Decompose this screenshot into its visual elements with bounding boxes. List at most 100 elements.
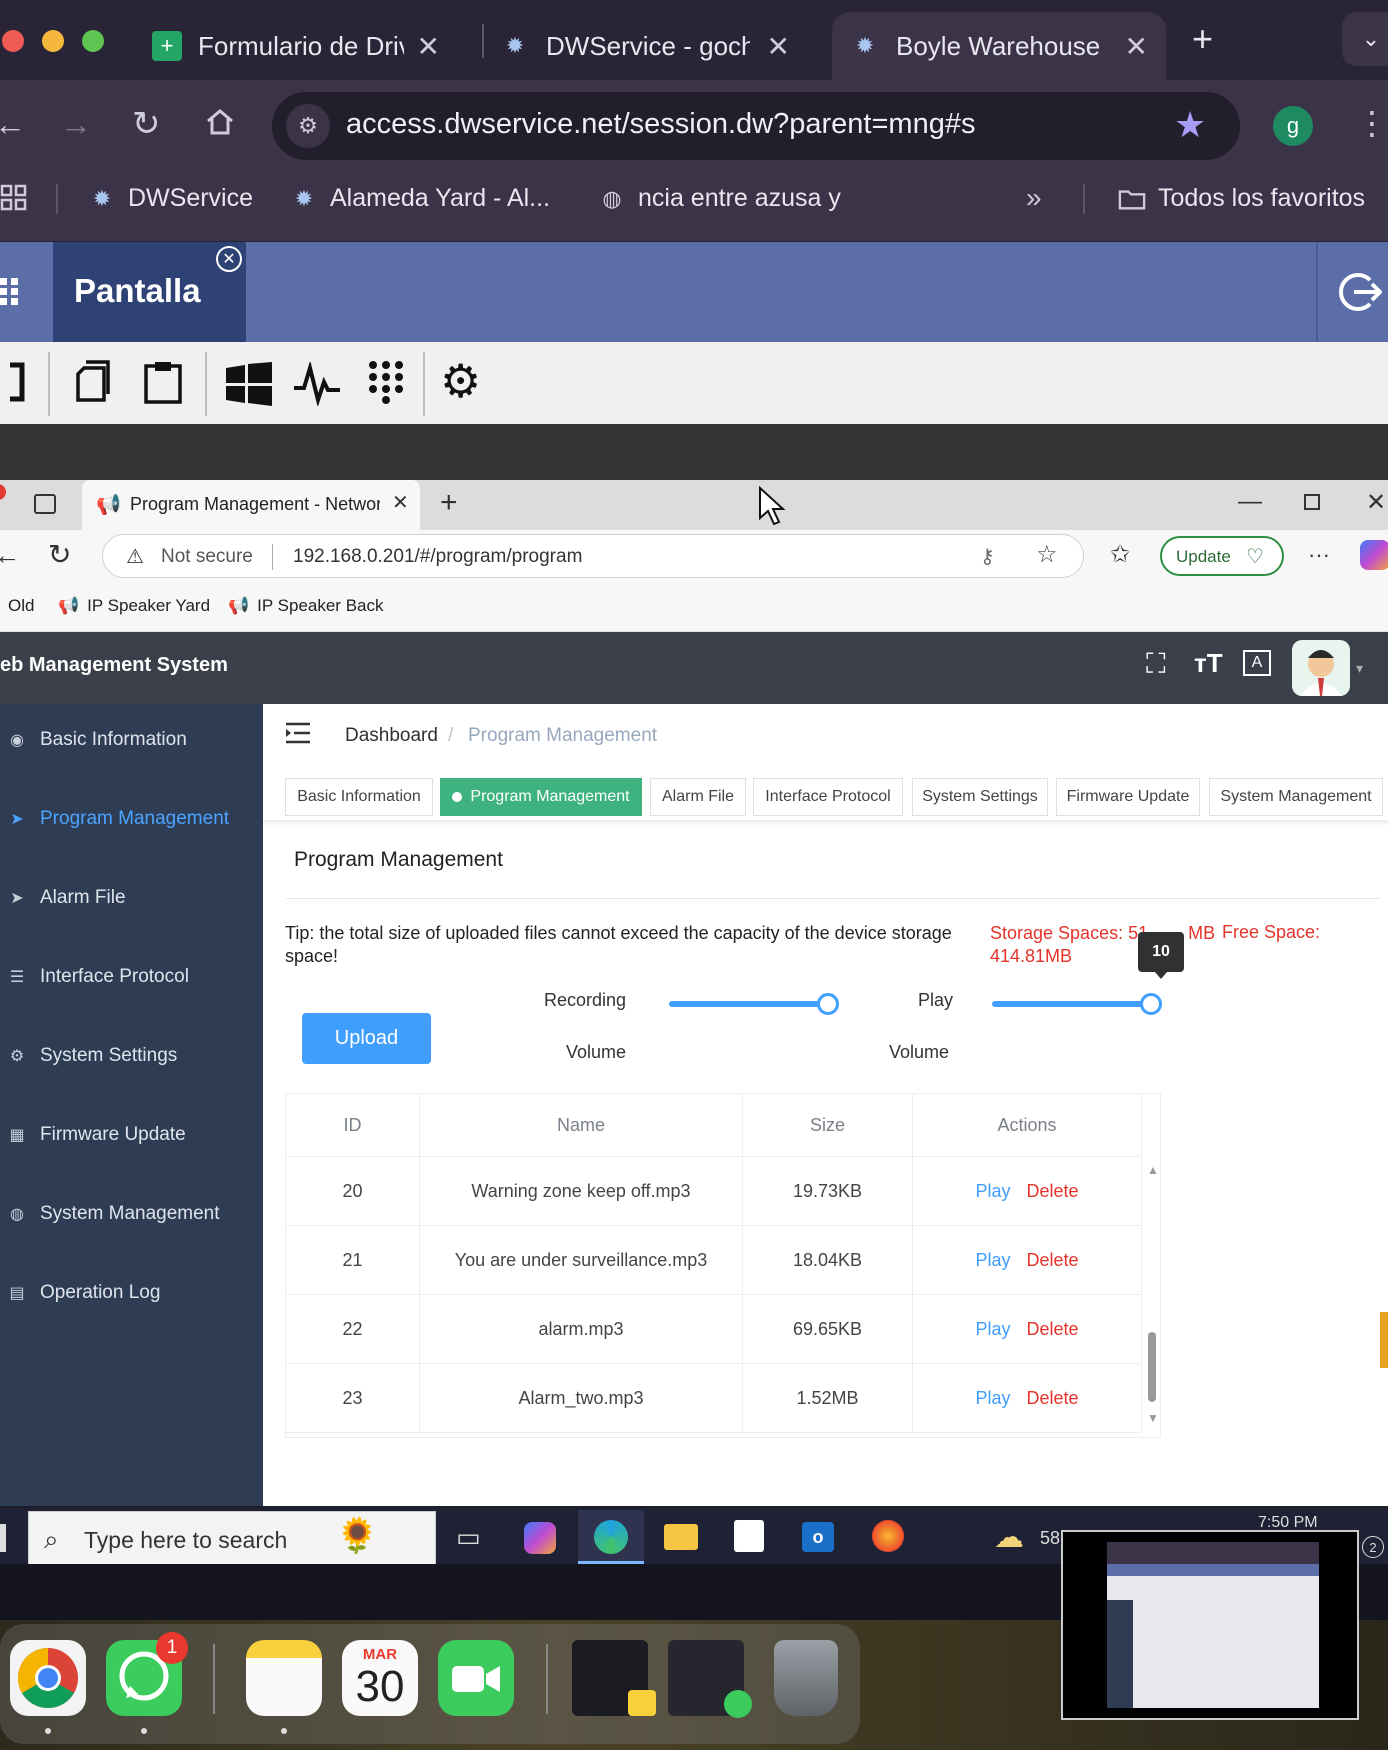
chevron-down-icon[interactable]: ▾ (1356, 660, 1363, 677)
close-icon[interactable]: ✕ (1366, 488, 1386, 517)
new-tab-icon[interactable]: + (440, 486, 458, 520)
restore-icon[interactable] (1304, 494, 1320, 510)
play-button[interactable]: Play (975, 1388, 1010, 1409)
tab-actions-icon[interactable] (34, 494, 56, 514)
kebab-menu-icon[interactable]: ⋮ (1356, 104, 1388, 142)
slider-thumb[interactable] (817, 993, 839, 1015)
key-icon[interactable]: ⚷ (980, 544, 995, 569)
update-button[interactable]: Update ♡ (1160, 536, 1284, 576)
scrollbar-thumb[interactable] (1148, 1332, 1156, 1402)
reload-icon[interactable]: ↻ (48, 538, 71, 571)
fullscreen-bracket-icon[interactable] (6, 362, 26, 402)
notes-dock-icon[interactable] (246, 1640, 322, 1716)
keypad-icon[interactable] (368, 360, 404, 404)
calendar-dock-icon[interactable]: MAR 30 (342, 1640, 418, 1716)
minimize-icon[interactable]: — (1238, 488, 1262, 516)
menu-toggle-icon[interactable] (286, 722, 310, 744)
inner-bookmark-old[interactable]: Old (8, 596, 34, 616)
close-icon[interactable]: ✕ (392, 490, 409, 515)
delete-button[interactable]: Delete (1026, 1388, 1078, 1409)
play-button[interactable]: Play (975, 1181, 1010, 1202)
recording-volume-slider[interactable] (669, 991, 839, 1017)
settings-gear-icon[interactable]: ⚙ (440, 358, 481, 404)
sidebar-item-system-management[interactable]: ◍ System Management (0, 1194, 263, 1234)
bookmark-dwservice[interactable]: ✹ DWService (88, 184, 253, 213)
task-view-icon[interactable]: ▭ (456, 1522, 481, 1553)
slider-thumb[interactable] (1140, 993, 1162, 1015)
windows-logo-icon[interactable] (226, 362, 272, 406)
more-bookmarks-chevron-icon[interactable]: » (1026, 182, 1042, 214)
subtab-alarm-file[interactable]: Alarm File (650, 778, 746, 816)
delete-button[interactable]: Delete (1026, 1181, 1078, 1202)
sidebar-item-alarm-file[interactable]: ➤ Alarm File (0, 878, 263, 918)
more-dots-icon[interactable]: ··· (1308, 542, 1330, 568)
fullscreen-expand-icon[interactable]: ⛶ (1146, 648, 1166, 681)
facetime-dock-icon[interactable] (438, 1640, 514, 1716)
copilot-icon[interactable] (524, 1522, 556, 1554)
screen-preview-thumbnail[interactable] (1061, 1530, 1359, 1720)
new-tab-icon[interactable]: + (1192, 18, 1213, 60)
trash-dock-icon[interactable] (774, 1640, 838, 1716)
favorite-star-icon[interactable]: ☆ (1036, 540, 1058, 569)
notification-count[interactable]: 2 (1362, 1536, 1384, 1558)
forward-arrow-icon[interactable]: → (60, 106, 92, 143)
file-explorer-icon[interactable] (664, 1524, 698, 1550)
upload-button[interactable]: Upload (302, 1013, 431, 1064)
breadcrumb-dashboard[interactable]: Dashboard (345, 725, 438, 747)
outer-tab-forms[interactable]: + Formulario de Driv ✕ (152, 12, 458, 80)
play-button[interactable]: Play (975, 1250, 1010, 1271)
close-circle-icon[interactable]: ✕ (216, 246, 242, 272)
clipboard-icon[interactable] (143, 360, 183, 404)
dw-apps-grid-icon[interactable] (0, 276, 24, 306)
subtab-program-management[interactable]: Program Management (440, 778, 642, 816)
store-icon[interactable] (734, 1520, 764, 1552)
sidebar-item-firmware-update[interactable]: ▦ Firmware Update (0, 1115, 263, 1155)
bookmark-ncia[interactable]: ◍ ncia entre azusa y (598, 184, 841, 213)
subtab-system-settings[interactable]: System Settings (912, 778, 1048, 816)
back-arrow-icon[interactable]: ← (0, 540, 20, 571)
play-volume-slider[interactable] (992, 991, 1162, 1017)
user-avatar[interactable] (1292, 640, 1350, 696)
minimize-window-button[interactable] (42, 30, 64, 52)
apps-grid-icon[interactable] (0, 184, 28, 212)
site-settings-icon[interactable]: ⚙ (286, 104, 330, 148)
sidebar-item-system-settings[interactable]: ⚙ System Settings (0, 1036, 263, 1076)
edge-taskbar-button[interactable] (578, 1510, 644, 1564)
logout-icon[interactable] (1338, 270, 1383, 314)
close-icon[interactable]: ✕ (417, 30, 440, 63)
activity-pulse-icon[interactable] (294, 360, 340, 408)
close-icon[interactable]: ✕ (1125, 30, 1148, 63)
reload-icon[interactable]: ↻ (132, 104, 161, 144)
subtab-basic-information[interactable]: Basic Information (285, 778, 433, 816)
inner-bookmark-speaker-yard[interactable]: 📢 IP Speaker Yard (58, 596, 210, 616)
scroll-up-arrow-icon[interactable]: ▲ (1147, 1163, 1159, 1177)
subtab-interface-protocol[interactable]: Interface Protocol (753, 778, 903, 816)
home-icon[interactable] (205, 108, 235, 135)
chrome-dock-icon[interactable] (10, 1640, 86, 1716)
inner-bookmark-speaker-back[interactable]: 📢 IP Speaker Back (228, 596, 384, 616)
sidebar-item-interface-protocol[interactable]: ☰ Interface Protocol (0, 957, 263, 997)
subtab-system-management[interactable]: System Management (1209, 778, 1383, 816)
favorites-list-icon[interactable]: ✩ (1110, 540, 1130, 569)
play-button[interactable]: Play (975, 1319, 1010, 1340)
delete-button[interactable]: Delete (1026, 1319, 1078, 1340)
copilot-icon[interactable] (1360, 540, 1388, 570)
outer-tab-dwservice[interactable]: ✹ DWService - goch ✕ (500, 12, 808, 80)
firefox-icon[interactable] (872, 1520, 904, 1552)
outlook-icon[interactable]: o (802, 1522, 834, 1552)
sidebar-item-operation-log[interactable]: ▤ Operation Log (0, 1273, 263, 1313)
profile-avatar[interactable]: g (1273, 106, 1313, 146)
close-window-button[interactable] (2, 30, 24, 52)
font-size-icon[interactable]: тT (1194, 648, 1223, 679)
close-icon[interactable]: ✕ (767, 30, 790, 63)
bookmark-folder-all[interactable]: Todos los favoritos (1118, 184, 1365, 213)
translate-icon[interactable]: A (1243, 650, 1271, 676)
outer-tab-boyle[interactable]: ✹ Boyle Warehouse ✕ (832, 12, 1166, 80)
delete-button[interactable]: Delete (1026, 1250, 1078, 1271)
sidebar-item-program-management[interactable]: ➤ Program Management (0, 799, 263, 839)
back-arrow-icon[interactable]: ← (0, 106, 26, 143)
tab-search-chevron-icon[interactable]: ⌄ (1342, 12, 1388, 66)
sidebar-item-basic-information[interactable]: ◉ Basic Information (0, 720, 263, 760)
zoom-window-button[interactable] (82, 30, 104, 52)
start-edge[interactable] (0, 1524, 6, 1552)
